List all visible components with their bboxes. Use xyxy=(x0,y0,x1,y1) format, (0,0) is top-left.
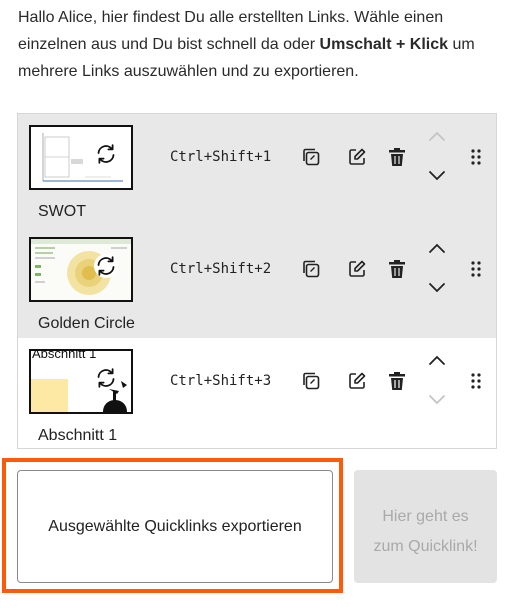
edit-icon[interactable] xyxy=(346,258,368,280)
edit-icon[interactable] xyxy=(346,370,368,392)
refresh-icon[interactable] xyxy=(94,142,118,166)
quicklink-thumbnail xyxy=(29,237,133,302)
drag-handle-icon[interactable] xyxy=(470,260,482,278)
thumbnail-caption: Abschnitt 1 xyxy=(32,349,97,361)
quicklink-shortcut: Ctrl+Shift+1 xyxy=(170,149,272,165)
refresh-icon[interactable] xyxy=(94,366,118,390)
go-to-quicklink-button: Hier geht es zum Quicklink! xyxy=(354,470,497,583)
copy-link-icon[interactable] xyxy=(300,146,322,168)
copy-link-icon[interactable] xyxy=(300,370,322,392)
quicklink-row-abschnitt-1[interactable]: Abschnitt 1 Ctrl+Shift+3 Abschnitt 1 xyxy=(18,338,496,450)
drag-handle-icon[interactable] xyxy=(470,148,482,166)
export-quicklinks-button[interactable]: Ausgewählte Quicklinks exportieren xyxy=(17,470,333,583)
quicklink-name: Abschnitt 1 xyxy=(38,427,118,444)
quicklink-shortcut: Ctrl+Shift+2 xyxy=(170,261,272,277)
chevron-up-icon[interactable] xyxy=(426,240,448,256)
trash-icon[interactable] xyxy=(386,370,408,392)
quicklink-list: Ctrl+Shift+1 SWOT Ctrl+Shift+2 Golden Ci… xyxy=(17,113,497,449)
refresh-icon[interactable] xyxy=(94,254,118,278)
quicklink-shortcut: Ctrl+Shift+3 xyxy=(170,373,272,389)
quicklink-name: SWOT xyxy=(38,203,86,220)
chevron-down-icon xyxy=(429,395,445,405)
quicklink-name: Golden Circle xyxy=(38,315,135,332)
quicklink-thumbnail: Abschnitt 1 xyxy=(29,349,133,414)
chevron-up-icon xyxy=(429,131,445,141)
chevron-up-icon[interactable] xyxy=(426,352,448,368)
copy-link-icon[interactable] xyxy=(300,258,322,280)
trash-icon[interactable] xyxy=(386,146,408,168)
intro-text: Hallo Alice, hier findest Du alle erstel… xyxy=(18,4,498,85)
quicklink-row-golden-circle[interactable]: Ctrl+Shift+2 Golden Circle xyxy=(18,226,496,338)
edit-icon[interactable] xyxy=(346,146,368,168)
quicklink-row-swot[interactable]: Ctrl+Shift+1 SWOT xyxy=(18,114,496,226)
trash-icon[interactable] xyxy=(386,258,408,280)
drag-handle-icon[interactable] xyxy=(470,372,482,390)
chevron-down-icon[interactable] xyxy=(426,168,448,184)
quicklink-thumbnail xyxy=(29,125,133,190)
chevron-down-icon[interactable] xyxy=(426,280,448,296)
intro-text-bold: Umschalt + Klick xyxy=(319,36,449,53)
